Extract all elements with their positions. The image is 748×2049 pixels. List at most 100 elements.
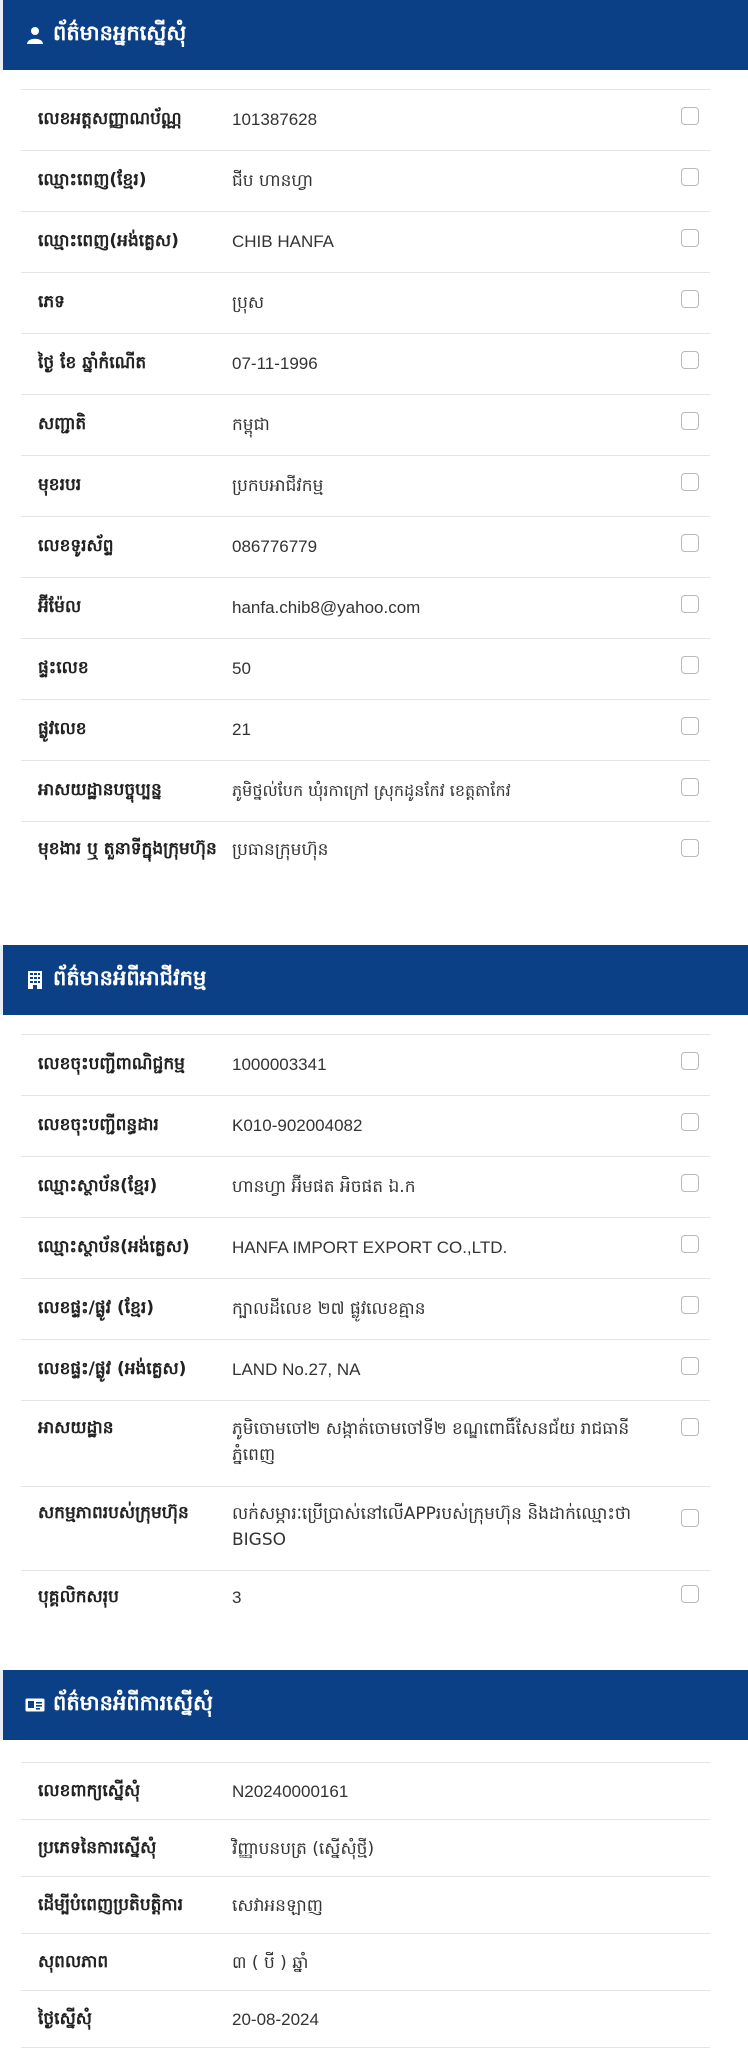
row-value: ជីប ហានហ្វា xyxy=(232,171,313,191)
row-value: ភូមិចោមចៅ២ សង្កាត់ចោមចៅទី២ ខណ្ឌពោធិ៍សែនជ… xyxy=(232,1419,630,1465)
row-value: ៣ ( បី ) ឆ្នាំ xyxy=(232,1953,309,1973)
row-checkbox[interactable] xyxy=(681,351,699,369)
row-label: ដើម្បីបំពេញប្រតិបត្តិការ xyxy=(38,1895,184,1915)
table-row: ផ្ទះលេខ 50 xyxy=(21,639,710,700)
table-row: លេខអត្តសញ្ញាណប័ណ្ណ 101387628 xyxy=(21,90,710,151)
row-value: វិញ្ញាបនបត្រ (ស្នើសុំថ្មី) xyxy=(232,1839,375,1859)
row-value: កម្ពុជា xyxy=(232,415,270,435)
row-checkbox[interactable] xyxy=(681,290,699,308)
table-row: អាសយដ្ឋានបច្ចុប្បន្ន ភូមិថ្នល់បែក ឃុំរកា… xyxy=(21,761,710,822)
row-value: ហានហ្វា អ៊ីមផត អិចផត ឯ.ក xyxy=(232,1177,416,1197)
row-value: K010-902004082 xyxy=(232,1116,363,1135)
table-row: ដើម្បីបំពេញប្រតិបត្តិការ សេវាអនឡាញ xyxy=(21,1877,710,1934)
row-checkbox[interactable] xyxy=(681,1052,699,1070)
request-rows: លេខពាក្យស្នើសុំ N20240000161 ប្រភេទនៃការ… xyxy=(21,1762,710,2048)
row-checkbox[interactable] xyxy=(681,168,699,186)
row-label: អាសយដ្ឋានបច្ចុប្បន្ន xyxy=(38,780,162,800)
business-rows: លេខចុះបញ្ជីពាណិជ្ជកម្ម 1000003341 លេខចុះ… xyxy=(21,1034,710,1626)
row-label: ឈ្មោះស្ថាប័ន(អង់គ្លេស) xyxy=(38,1237,190,1257)
row-value: 21 xyxy=(232,720,251,739)
table-row: សកម្មភាពរបស់ក្រុមហ៊ុន លក់សម្ភារៈប្រើប្រា… xyxy=(21,1487,710,1571)
row-checkbox[interactable] xyxy=(681,778,699,796)
section-title: ព័ត៌មានអ្នកស្នើសុំ xyxy=(53,20,187,45)
table-row: ឈ្មោះស្ថាប័ន(ខ្មែរ) ហានហ្វា អ៊ីមផត អិចផត… xyxy=(21,1157,710,1218)
row-checkbox[interactable] xyxy=(681,839,699,857)
table-row: មុខងារ ឬ តួនាទីក្នុងក្រុមហ៊ុន ប្រធានក្រុ… xyxy=(21,822,710,908)
row-label: លេខផ្ទះ/ផ្លូវ (អង់គ្លេស) xyxy=(38,1359,187,1379)
table-row: បុគ្គលិកសរុប 3 xyxy=(21,1571,710,1626)
table-row: ផ្លូវលេខ 21 xyxy=(21,700,710,761)
row-checkbox[interactable] xyxy=(681,1235,699,1253)
row-label: លេខពាក្យស្នើសុំ xyxy=(38,1781,141,1801)
row-label: ថ្ងៃស្នើសុំ xyxy=(38,2009,92,2029)
row-checkbox[interactable] xyxy=(681,1418,699,1436)
page: ព័ត៌មានអ្នកស្នើសុំ លេខអត្តសញ្ញាណប័ណ្ណ 10… xyxy=(0,0,748,2049)
row-value: ប្រុស xyxy=(232,293,265,313)
row-label: លេខចុះបញ្ជីពាណិជ្ជកម្ម xyxy=(38,1054,185,1074)
row-value: HANFA IMPORT EXPORT CO.,LTD. xyxy=(232,1238,508,1257)
building-icon xyxy=(25,970,45,990)
row-label: បុគ្គលិកសរុប xyxy=(38,1587,119,1607)
row-checkbox[interactable] xyxy=(681,595,699,613)
row-label: លេខអត្តសញ្ញាណប័ណ្ណ xyxy=(38,109,182,129)
row-checkbox[interactable] xyxy=(681,473,699,491)
row-label: អាសយដ្ឋាន xyxy=(38,1418,114,1438)
row-value: hanfa.chib8@yahoo.com xyxy=(232,598,421,617)
row-label: លេខចុះបញ្ជីពន្ធដារ xyxy=(38,1115,159,1135)
row-value: 50 xyxy=(232,659,251,678)
row-checkbox[interactable] xyxy=(681,1585,699,1603)
row-label: ឈ្មោះស្ថាប័ន(ខ្មែរ) xyxy=(38,1176,158,1196)
request-section: ព័ត៌មានអំពីការស្នើសុំ លេខពាក្យស្នើសុំ N2… xyxy=(0,1670,748,2048)
row-value: សេវាអនឡាញ xyxy=(232,1896,323,1916)
row-label: ភេទ xyxy=(38,292,65,312)
applicant-section-header: ព័ត៌មានអ្នកស្នើសុំ xyxy=(0,0,748,70)
row-label: ផ្ទះលេខ xyxy=(38,658,89,678)
applicant-section: ព័ត៌មានអ្នកស្នើសុំ លេខអត្តសញ្ញាណប័ណ្ណ 10… xyxy=(0,0,748,908)
row-value: 20-08-2024 xyxy=(232,2010,319,2029)
table-row: ឈ្មោះស្ថាប័ន(អង់គ្លេស) HANFA IMPORT EXPO… xyxy=(21,1218,710,1279)
row-label: ឈ្មោះពេញ(ខ្មែរ) xyxy=(38,170,147,190)
table-row: ប្រភេទនៃការស្នើសុំ វិញ្ញាបនបត្រ (ស្នើសុំ… xyxy=(21,1820,710,1877)
table-row: ថ្ងៃស្នើសុំ 20-08-2024 xyxy=(21,1991,710,2048)
row-checkbox[interactable] xyxy=(681,656,699,674)
table-row: មុខរបរ ប្រកបអាជីវកម្ម xyxy=(21,456,710,517)
row-checkbox[interactable] xyxy=(681,1174,699,1192)
row-value: LAND No.27, NA xyxy=(232,1360,361,1379)
row-checkbox[interactable] xyxy=(681,1357,699,1375)
row-checkbox[interactable] xyxy=(681,717,699,735)
row-checkbox[interactable] xyxy=(681,1113,699,1131)
row-value: លក់សម្ភារៈប្រើប្រាស់នៅលើAPPរបស់ក្រុមហ៊ុន… xyxy=(232,1504,632,1550)
table-row: អាសយដ្ឋាន ភូមិចោមចៅ២ សង្កាត់ចោមចៅទី២ ខណ្… xyxy=(21,1401,710,1487)
row-checkbox[interactable] xyxy=(681,1296,699,1314)
row-checkbox[interactable] xyxy=(681,229,699,247)
table-row: លេខពាក្យស្នើសុំ N20240000161 xyxy=(21,1763,710,1820)
table-row: លេខផ្ទះ/ផ្លូវ (អង់គ្លេស) LAND No.27, NA xyxy=(21,1340,710,1401)
row-label: មុខរបរ xyxy=(38,475,82,495)
row-value: 086776779 xyxy=(232,537,318,556)
row-value: 101387628 xyxy=(232,110,318,129)
table-row: អ៊ីម៉ែល hanfa.chib8@yahoo.com xyxy=(21,578,710,639)
row-label: លេខទូរស័ព្ទ xyxy=(38,536,114,556)
row-label: សញ្ជាតិ xyxy=(38,414,87,434)
table-row: សុពលភាព ៣ ( បី ) ឆ្នាំ xyxy=(21,1934,710,1991)
table-row: លេខចុះបញ្ជីពន្ធដារ K010-902004082 xyxy=(21,1096,710,1157)
table-row: ថ្ងៃ ខែ ឆ្នាំកំណើត 07-11-1996 xyxy=(21,334,710,395)
table-row: សញ្ជាតិ កម្ពុជា xyxy=(21,395,710,456)
table-row: លេខចុះបញ្ជីពាណិជ្ជកម្ម 1000003341 xyxy=(21,1035,710,1096)
row-value: ភូមិថ្នល់បែក ឃុំរកាក្រៅ ស្រុកដូនកែវ ខេត្… xyxy=(232,781,511,800)
business-section-header: ព័ត៌មានអំពីអាជីវកម្ម xyxy=(0,945,748,1015)
row-checkbox[interactable] xyxy=(681,412,699,430)
id-card-icon xyxy=(25,1695,45,1715)
table-row: លេខផ្ទះ/ផ្លូវ (ខ្មែរ) ក្បាលដីលេខ ២៧ ផ្លូ… xyxy=(21,1279,710,1340)
row-value: ក្បាលដីលេខ ២៧ ផ្លូវលេខគ្មាន xyxy=(232,1299,426,1319)
row-checkbox[interactable] xyxy=(681,534,699,552)
row-label: សុពលភាព xyxy=(38,1952,109,1972)
row-checkbox[interactable] xyxy=(681,107,699,125)
row-value: ប្រធានក្រុមហ៊ុន xyxy=(232,840,329,860)
row-label: ប្រភេទនៃការស្នើសុំ xyxy=(38,1838,157,1858)
row-label: សកម្មភាពរបស់ក្រុមហ៊ុន xyxy=(38,1503,189,1523)
applicant-rows: លេខអត្តសញ្ញាណប័ណ្ណ 101387628 ឈ្មោះពេញ(ខ្… xyxy=(21,89,710,908)
request-section-header: ព័ត៌មានអំពីការស្នើសុំ xyxy=(0,1670,748,1740)
row-value: 3 xyxy=(232,1588,242,1607)
row-checkbox[interactable] xyxy=(681,1509,699,1527)
